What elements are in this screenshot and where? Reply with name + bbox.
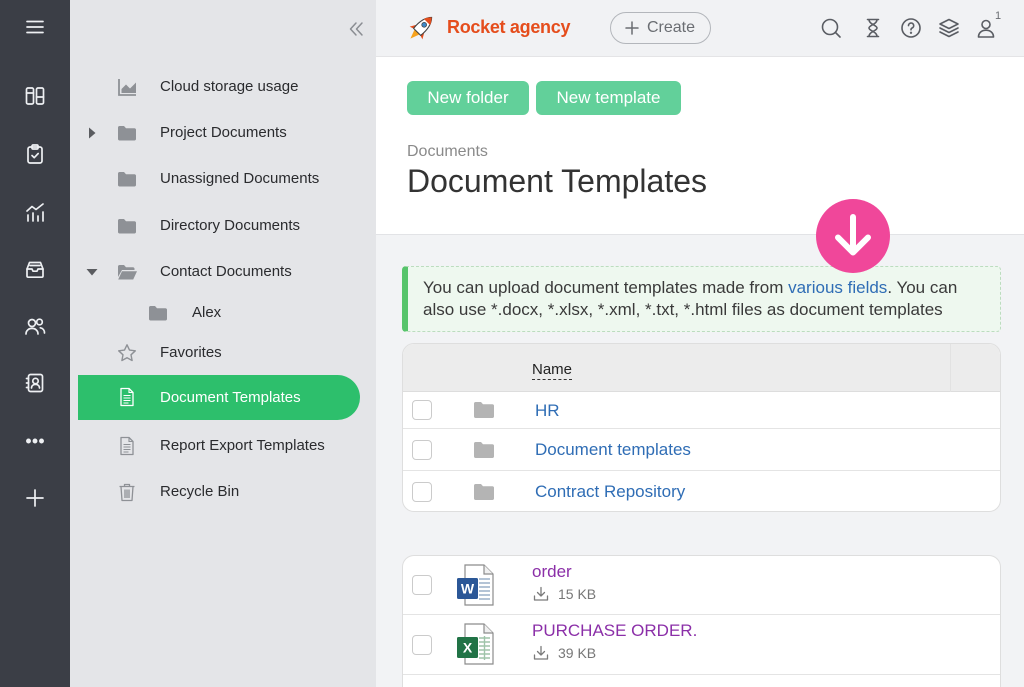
sidebar-item-unassigned-documents[interactable]: Unassigned Documents xyxy=(78,159,360,199)
sidebar-item-alex[interactable]: Alex xyxy=(78,293,360,333)
page-header-panel: New folder New template Documents Docume… xyxy=(376,57,1024,235)
page-title: Document Templates xyxy=(407,163,707,199)
files-table: W order 15 KB X PURCHASE ORDER. 39 KB xyxy=(402,555,1001,687)
row-checkbox[interactable] xyxy=(412,575,432,595)
folders-table: Name HR Document templates Contract Repo… xyxy=(402,343,1001,512)
tasks-icon[interactable] xyxy=(15,134,55,174)
sidebar-item-cloud-storage-usage[interactable]: Cloud storage usage xyxy=(78,67,360,107)
row-checkbox[interactable] xyxy=(412,481,432,502)
folder-icon xyxy=(148,303,168,323)
file-type-badge: X xyxy=(463,640,473,656)
inbox-icon[interactable] xyxy=(15,249,55,289)
table-header: Name xyxy=(403,344,1000,392)
sidebar-item-label: Contact Documents xyxy=(160,263,292,280)
create-button[interactable]: Create xyxy=(610,12,711,44)
file-link[interactable]: PURCHASE ORDER. xyxy=(532,620,697,642)
create-button-label: Create xyxy=(647,19,696,36)
row-checkbox[interactable] xyxy=(412,400,432,420)
download-icon[interactable] xyxy=(533,645,549,661)
team-icon[interactable] xyxy=(15,306,55,346)
menu-icon[interactable] xyxy=(15,7,55,47)
sidebar-item-contact-documents[interactable]: Contact Documents xyxy=(78,252,360,292)
area-chart-icon xyxy=(117,77,137,97)
document-icon xyxy=(117,436,137,456)
word-file-icon: W xyxy=(456,564,494,606)
folder-icon xyxy=(473,483,495,501)
column-header-name[interactable]: Name xyxy=(532,361,573,380)
various-fields-link[interactable]: various fields xyxy=(788,278,887,297)
sidebar-item-label: Project Documents xyxy=(160,124,287,141)
file-type-badge: W xyxy=(461,581,475,597)
folder-link[interactable]: HR xyxy=(535,392,560,429)
new-template-button[interactable]: New template xyxy=(536,81,681,115)
row-checkbox[interactable] xyxy=(412,634,432,655)
file-size-value: 39 KB xyxy=(558,645,597,661)
user-notification-count: 1 xyxy=(995,10,1002,22)
top-header: Rocket agency Create 1 xyxy=(376,0,1024,57)
download-icon[interactable] xyxy=(533,586,549,602)
folder-icon xyxy=(473,401,495,419)
star-icon xyxy=(117,343,137,363)
document-icon xyxy=(117,387,137,407)
table-row[interactable]: Document templates xyxy=(403,429,1000,471)
sidebar-item-label: Alex xyxy=(192,304,222,321)
info-text-start: You can upload document templates made f… xyxy=(423,278,789,297)
table-row[interactable]: HR xyxy=(403,392,1000,429)
chevron-down-icon[interactable] xyxy=(86,266,98,278)
sidebar-item-label: Favorites xyxy=(160,344,222,361)
documents-sidebar: Cloud storage usage Project Documents Un… xyxy=(70,0,376,687)
info-notice: You can upload document templates made f… xyxy=(402,266,1001,332)
search-icon[interactable] xyxy=(820,17,842,39)
folder-link[interactable]: Document templates xyxy=(535,429,691,471)
sidebar-item-directory-documents[interactable]: Directory Documents xyxy=(78,206,360,246)
sidebar-item-label: Report Export Templates xyxy=(160,437,325,454)
chevron-right-icon[interactable] xyxy=(86,127,98,139)
trash-icon xyxy=(117,482,137,502)
rocket-logo-icon[interactable] xyxy=(404,11,438,45)
sidebar-item-label: Directory Documents xyxy=(160,217,301,234)
sidebar-item-document-templates[interactable]: Document Templates xyxy=(78,375,360,420)
help-icon[interactable] xyxy=(900,17,922,39)
sidebar-item-label: Recycle Bin xyxy=(160,483,240,500)
hourglass-icon[interactable] xyxy=(862,17,884,39)
sidebar-item-label: Unassigned Documents xyxy=(160,170,320,187)
table-row[interactable]: X PURCHASE ORDER. 39 KB xyxy=(403,615,1000,675)
arrow-down-icon xyxy=(816,199,890,273)
folder-icon xyxy=(117,123,137,143)
layers-icon[interactable] xyxy=(938,17,960,39)
folder-open-icon xyxy=(117,262,137,282)
table-row[interactable]: Contract Repository xyxy=(403,471,1000,511)
breadcrumb[interactable]: Documents xyxy=(407,143,488,161)
app-rail xyxy=(0,0,70,687)
scroll-hint-marker xyxy=(816,199,890,273)
new-folder-button[interactable]: New folder xyxy=(407,81,529,115)
sidebar-item-recycle-bin[interactable]: Recycle Bin xyxy=(78,472,360,512)
address-book-icon[interactable] xyxy=(15,363,55,403)
excel-file-icon: X xyxy=(456,623,494,665)
column-divider xyxy=(950,344,951,392)
sidebar-item-favorites[interactable]: Favorites xyxy=(78,333,360,373)
sidebar-item-project-documents[interactable]: Project Documents xyxy=(78,113,360,153)
boards-icon[interactable] xyxy=(15,76,55,116)
table-row[interactable]: W order 15 KB xyxy=(403,556,1000,615)
brand-name[interactable]: Rocket agency xyxy=(447,17,570,38)
folder-link[interactable]: Contract Repository xyxy=(535,471,685,511)
row-checkbox[interactable] xyxy=(412,439,432,460)
folder-icon xyxy=(473,441,495,459)
sidebar-item-label: Cloud storage usage xyxy=(160,78,299,95)
sidebar-item-label: Document Templates xyxy=(160,389,301,406)
add-icon[interactable] xyxy=(15,478,55,518)
sidebar-item-report-export-templates[interactable]: Report Export Templates xyxy=(78,426,360,466)
table-row[interactable] xyxy=(403,675,1000,686)
file-size-value: 15 KB xyxy=(558,586,597,602)
folder-icon xyxy=(117,216,137,236)
plus-icon xyxy=(625,21,639,35)
double-chevron-left-icon[interactable] xyxy=(346,20,366,38)
analytics-icon[interactable] xyxy=(15,192,55,232)
file-link[interactable]: order xyxy=(532,561,572,583)
more-icon[interactable] xyxy=(15,421,55,461)
folder-icon xyxy=(117,169,137,189)
